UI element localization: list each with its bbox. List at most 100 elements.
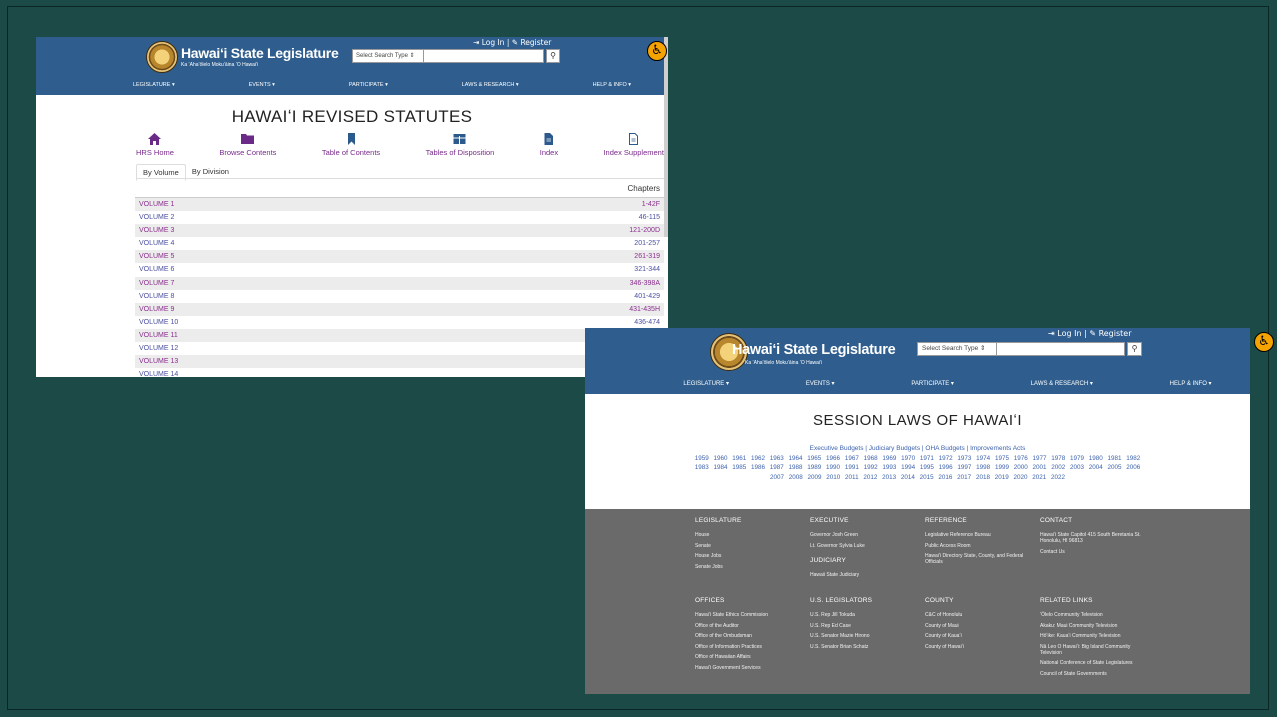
footer-link[interactable]: Nā Leo O Hawaiʻi: Big Island Community T… [1040, 644, 1148, 656]
table-row[interactable]: VOLUME 2 46-115 [135, 211, 664, 224]
footer-link[interactable]: Office of Hawaiian Affairs [695, 654, 803, 660]
year-link[interactable]: 1969 [882, 455, 896, 462]
year-link[interactable]: 2002 [1051, 464, 1065, 471]
year-link[interactable]: 1985 [732, 464, 746, 471]
search-input[interactable] [997, 342, 1125, 356]
year-link[interactable]: 1996 [939, 464, 953, 471]
hrs-home-link[interactable]: HRS Home [136, 133, 174, 157]
footer-link[interactable]: Office of the Ombudsman [695, 633, 803, 639]
year-link[interactable]: 1967 [845, 455, 859, 462]
footer-link[interactable]: Senate Jobs [695, 564, 803, 570]
year-link[interactable]: 1989 [807, 464, 821, 471]
year-link[interactable]: 1974 [976, 455, 990, 462]
footer-link[interactable]: U.S. Senator Mazie Hirono [810, 633, 918, 639]
year-link[interactable]: 2009 [808, 474, 822, 481]
footer-link[interactable]: Legislative Reference Bureau [925, 532, 1033, 538]
volume-link[interactable]: VOLUME 10 [139, 316, 178, 329]
year-link[interactable]: 1977 [1032, 455, 1046, 462]
year-link[interactable]: 1986 [751, 464, 765, 471]
year-link[interactable]: 1980 [1089, 455, 1103, 462]
chapters-link[interactable]: 201-257 [634, 237, 660, 250]
year-link[interactable]: 2008 [789, 474, 803, 481]
year-link[interactable]: 2012 [863, 474, 877, 481]
footer-link[interactable]: Hawaiʻi Directory State, County, and Fed… [925, 553, 1033, 565]
login-link[interactable]: Log In [482, 38, 505, 47]
volume-link[interactable]: VOLUME 1 [139, 198, 174, 211]
year-link[interactable]: 2014 [901, 474, 915, 481]
chapters-link[interactable]: 401-429 [634, 290, 660, 303]
year-link[interactable]: 1999 [995, 464, 1009, 471]
nav-help-info[interactable]: HELP & INFO ▾ [593, 82, 631, 88]
footer-link[interactable]: Hawaiʻi State Ethics Commission [695, 612, 803, 618]
site-title[interactable]: Hawai‘i State Legislature [181, 45, 339, 61]
year-link[interactable]: 2004 [1089, 464, 1103, 471]
year-link[interactable]: 1978 [1051, 455, 1065, 462]
footer-link[interactable]: U.S. Senator Brian Schatz [810, 644, 918, 650]
chapters-link[interactable]: 321-344 [634, 263, 660, 276]
footer-link[interactable]: Office of Information Practices [695, 644, 803, 650]
volume-link[interactable]: VOLUME 8 [139, 290, 174, 303]
year-link[interactable]: 1966 [826, 455, 840, 462]
year-link[interactable]: 1963 [770, 455, 784, 462]
footer-link[interactable]: Senate [695, 543, 803, 549]
year-link[interactable]: 1961 [732, 455, 746, 462]
index-link[interactable]: Index [540, 133, 558, 157]
login-link[interactable]: Log In [1057, 329, 1081, 338]
footer-link[interactable]: Governor Josh Green [810, 532, 918, 538]
footer-link[interactable]: National Conference of State Legislature… [1040, 660, 1148, 666]
nav-laws-research[interactable]: LAWS & RESEARCH ▾ [462, 82, 519, 88]
site-title[interactable]: Hawai‘i State Legislature [732, 342, 896, 358]
year-link[interactable]: 1984 [713, 464, 727, 471]
footer-link[interactable]: Hawaiʻi Government Services [695, 665, 803, 671]
volume-link[interactable]: VOLUME 3 [139, 224, 174, 237]
table-row[interactable]: VOLUME 3 121-200D [135, 224, 664, 238]
scrollbar[interactable] [664, 37, 668, 237]
year-link[interactable]: 2020 [1013, 474, 1027, 481]
tables-of-disposition-link[interactable]: Tables of Disposition [426, 133, 494, 157]
search-type-select[interactable]: Select Search Type ⇕ [352, 49, 424, 63]
footer-link[interactable]: House Jobs [695, 553, 803, 559]
year-link[interactable]: 2006 [1126, 464, 1140, 471]
table-row[interactable]: VOLUME 1 1-42F [135, 198, 664, 212]
year-link[interactable]: 2022 [1051, 474, 1065, 481]
accessibility-icon[interactable]: ♿ [1254, 332, 1274, 352]
footer-link[interactable]: U.S. Rep Jill Tokuda [810, 612, 918, 618]
year-link[interactable]: 1976 [1014, 455, 1028, 462]
year-link[interactable]: 1968 [864, 455, 878, 462]
search-button[interactable]: ⚲ [546, 49, 560, 63]
browse-contents-link[interactable]: Browse Contents [219, 133, 276, 157]
year-link[interactable]: 1991 [845, 464, 859, 471]
table-of-contents-link[interactable]: Table of Contents [322, 133, 380, 157]
footer-link[interactable]: Hawaii State Judiciary [810, 572, 918, 578]
table-row[interactable]: VOLUME 8 401-429 [135, 290, 664, 303]
volume-link[interactable]: VOLUME 7 [139, 277, 174, 290]
nav-events[interactable]: EVENTS ▾ [249, 82, 275, 88]
year-link[interactable]: 2007 [770, 474, 784, 481]
chapters-link[interactable]: 261-319 [634, 250, 660, 263]
nav-events[interactable]: EVENTS ▾ [806, 380, 835, 387]
volume-link[interactable]: VOLUME 11 [139, 329, 178, 342]
year-link[interactable]: 1992 [864, 464, 878, 471]
year-link[interactable]: 2010 [826, 474, 840, 481]
year-link[interactable]: 1997 [957, 464, 971, 471]
footer-link[interactable]: Office of the Auditor [695, 623, 803, 629]
footer-link[interactable]: County of Maui [925, 623, 1033, 629]
register-link[interactable]: Register [1099, 329, 1132, 338]
year-link[interactable]: 1965 [807, 455, 821, 462]
year-link[interactable]: 1960 [713, 455, 727, 462]
budget-links[interactable]: Executive Budgets | Judiciary Budgets | … [585, 445, 1250, 452]
state-seal-logo[interactable] [146, 41, 178, 73]
chapters-link[interactable]: 121-200D [629, 224, 660, 237]
table-row[interactable]: VOLUME 9 431-435H [135, 302, 664, 316]
volume-link[interactable]: VOLUME 14 [139, 368, 178, 377]
year-link[interactable]: 1972 [939, 455, 953, 462]
footer-link[interactable]: Akaku: Maui Community Television [1040, 623, 1148, 629]
year-link[interactable]: 1959 [695, 455, 709, 462]
nav-help-info[interactable]: HELP & INFO ▾ [1170, 380, 1212, 387]
year-link[interactable]: 1990 [826, 464, 840, 471]
footer-link[interactable]: House [695, 532, 803, 538]
year-link[interactable]: 2013 [882, 474, 896, 481]
year-link[interactable]: 2011 [845, 474, 859, 481]
year-link[interactable]: 1962 [751, 455, 765, 462]
volume-link[interactable]: VOLUME 9 [139, 303, 174, 316]
